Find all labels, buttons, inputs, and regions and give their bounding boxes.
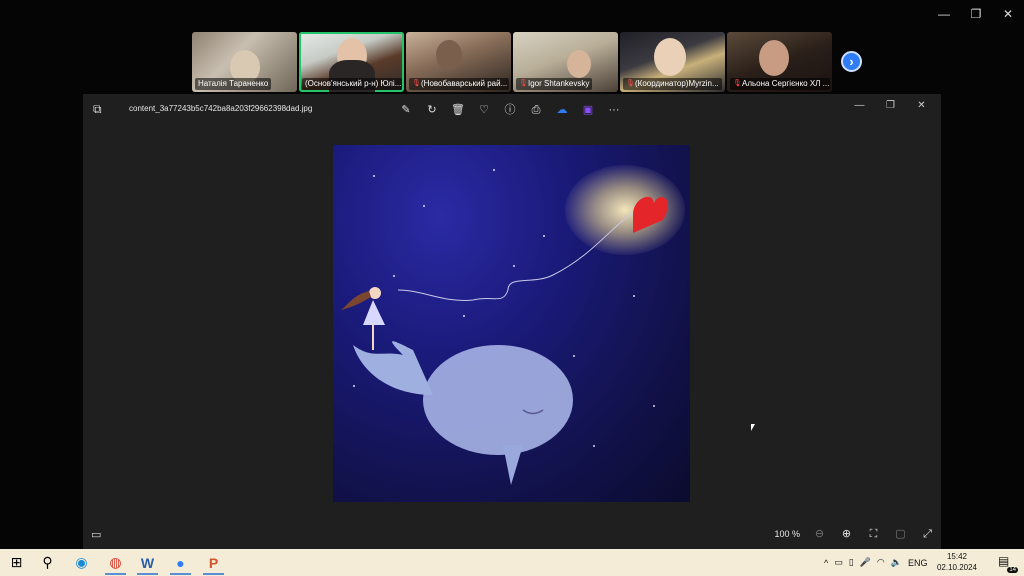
participant-name-tag: 🎙 (Координатор)Myrzin... <box>623 78 722 90</box>
file-name: content_3a77243b5c742ba8a203f29662398dad… <box>129 104 313 113</box>
zoom-in-icon[interactable]: ⊕ <box>837 525 856 543</box>
restore-icon[interactable]: ❐ <box>960 0 992 28</box>
windows-start-icon[interactable]: ⊞ <box>0 549 33 576</box>
more-icon[interactable]: ··· <box>605 101 623 119</box>
viewer-status-bar: ▭ 100 % ⊖ ⊕ ⛶ ▢ ⤢ <box>83 521 941 549</box>
participant-name: Альона Сергієнко ХЛ ... <box>742 79 830 88</box>
participant-name: Igor Shtankevsky <box>528 79 590 88</box>
video-tile[interactable]: 🎙 (Новобаварський рай... <box>406 32 511 92</box>
actual-size-icon[interactable]: ▢ <box>891 525 910 543</box>
clipchamp-icon[interactable]: ▣ <box>579 101 597 119</box>
participant-video <box>654 38 686 76</box>
viewer-toolbar: ✎ ↻ 🗑 ♡ ⓘ ⎙ ☁ ▣ ··· <box>397 101 623 119</box>
video-tile[interactable]: Наталія Тараненко <box>192 32 297 92</box>
video-tile[interactable]: 🎙 Альона Сергієнко ХЛ ... <box>727 32 832 92</box>
time: 15:42 <box>946 552 967 561</box>
minimize-icon[interactable]: — <box>844 94 875 116</box>
mouse-cursor <box>751 424 755 431</box>
onedrive-icon[interactable]: ☁ <box>553 101 571 119</box>
whale-tail <box>353 341 433 395</box>
mic-off-icon: 🎙 <box>626 80 635 87</box>
participant-video <box>759 40 789 76</box>
participant-name: (Основ'янський р-н) Юлі... <box>305 79 402 88</box>
wifi-icon[interactable]: ◠ <box>877 557 885 568</box>
girl-dress <box>363 300 385 325</box>
battery-icon[interactable]: ▭ <box>834 557 843 568</box>
participant-name-tag: 🎙 (Новобаварський рай... <box>409 78 509 90</box>
fit-to-window-icon[interactable]: ⛶ <box>864 525 883 543</box>
favorite-icon[interactable]: ♡ <box>475 101 493 119</box>
microphone-icon[interactable]: 🎤 <box>860 557 871 568</box>
participant-name-tag: 🎙 Igor Shtankevsky <box>516 78 593 90</box>
next-participants-chevron-icon[interactable]: › <box>841 51 862 72</box>
video-tile[interactable]: 🎙 Igor Shtankevsky <box>513 32 618 92</box>
notifications-icon[interactable]: ▤ 14 <box>998 554 1018 573</box>
desktop-screen: — ❐ ✕ Наталія Тараненко (Основ'янський р… <box>0 0 1024 576</box>
participant-name-tag: 🎙 Альона Сергієнко ХЛ ... <box>730 78 830 90</box>
zoom-out-icon[interactable]: ⊖ <box>810 525 829 543</box>
photos-viewer-window: ⧉ content_3a77243b5c742ba8a203f29662398d… <box>83 94 941 549</box>
chevron-up-icon[interactable]: ^ <box>824 558 828 568</box>
girl-head <box>369 287 381 299</box>
participant-name: (Новобаварський рай... <box>421 79 508 88</box>
video-tile[interactable]: 🎙 (Координатор)Myrzin... <box>620 32 725 92</box>
volume-icon[interactable]: 🔈 <box>891 557 902 568</box>
rotate-icon[interactable]: ↻ <box>423 101 441 119</box>
mic-off-icon: 🎙 <box>733 80 742 87</box>
system-tray: ^ ▭ ▯ 🎤 ◠ 🔈 ENG <box>824 549 928 576</box>
zoom-icon[interactable]: ● <box>164 549 197 576</box>
powerpoint-icon[interactable]: P <box>197 549 230 576</box>
zoom-tools: ⊖ ⊕ ⛶ ▢ ⤢ <box>810 525 937 543</box>
chrome-icon[interactable]: ◍ <box>99 549 132 576</box>
edge-icon[interactable]: ◉ <box>65 549 98 576</box>
print-icon[interactable]: ⎙ <box>527 101 545 119</box>
participant-video <box>436 40 462 70</box>
minimize-icon[interactable]: — <box>928 0 960 28</box>
heart-balloon <box>633 196 669 233</box>
date: 02.10.2024 <box>936 563 977 572</box>
filmstrip-icon[interactable]: ▭ <box>91 528 101 541</box>
fullscreen-icon[interactable]: ⤢ <box>918 525 937 543</box>
language-indicator[interactable]: ENG <box>908 558 928 568</box>
word-icon[interactable]: W <box>131 549 164 576</box>
viewer-title-bar: ⧉ content_3a77243b5c742ba8a203f29662398d… <box>83 94 941 126</box>
delete-icon[interactable]: 🗑 <box>449 101 467 119</box>
zoom-level: 100 % <box>774 529 800 539</box>
notification-count: 14 <box>1007 567 1018 573</box>
mic-off-icon: 🎙 <box>412 80 421 87</box>
whale-body <box>423 345 573 455</box>
participant-name-tag: Наталія Тараненко <box>195 78 272 90</box>
participant-name-tag: (Основ'янський р-н) Юлі... <box>302 78 402 90</box>
outer-window-controls: — ❐ ✕ <box>928 0 1024 28</box>
mic-off-icon: 🎙 <box>519 80 528 87</box>
viewer-window-controls: — ❐ ✕ <box>844 94 937 116</box>
balloon-string <box>397 212 634 301</box>
search-icon[interactable]: ⚲ <box>31 549 64 576</box>
close-icon[interactable]: ✕ <box>992 0 1024 28</box>
video-strip: Наталія Тараненко (Основ'янський р-н) Юл… <box>192 32 832 92</box>
clock[interactable]: 15:42 02.10.2024 <box>937 551 977 573</box>
whale-fin <box>503 445 523 485</box>
close-icon[interactable]: ✕ <box>906 94 937 116</box>
participant-video <box>567 50 591 78</box>
photos-app-icon: ⧉ <box>93 102 102 116</box>
restore-icon[interactable]: ❐ <box>875 94 906 116</box>
displayed-image <box>333 145 690 502</box>
taskbar: ⊞ ⚲ ◉ ◍ W ● P ^ ▭ ▯ 🎤 ◠ 🔈 ENG 15:42 02.1… <box>0 549 1024 576</box>
edit-icon[interactable]: ✎ <box>397 101 415 119</box>
device-icon[interactable]: ▯ <box>849 557 854 568</box>
participant-name: (Координатор)Myrzin... <box>635 79 719 88</box>
illustration-svg <box>341 196 669 485</box>
participant-name: Наталія Тараненко <box>198 79 269 88</box>
info-icon[interactable]: ⓘ <box>501 101 519 119</box>
video-tile-active-speaker[interactable]: (Основ'янський р-н) Юлі... <box>299 32 404 92</box>
girl-hair <box>341 291 371 310</box>
